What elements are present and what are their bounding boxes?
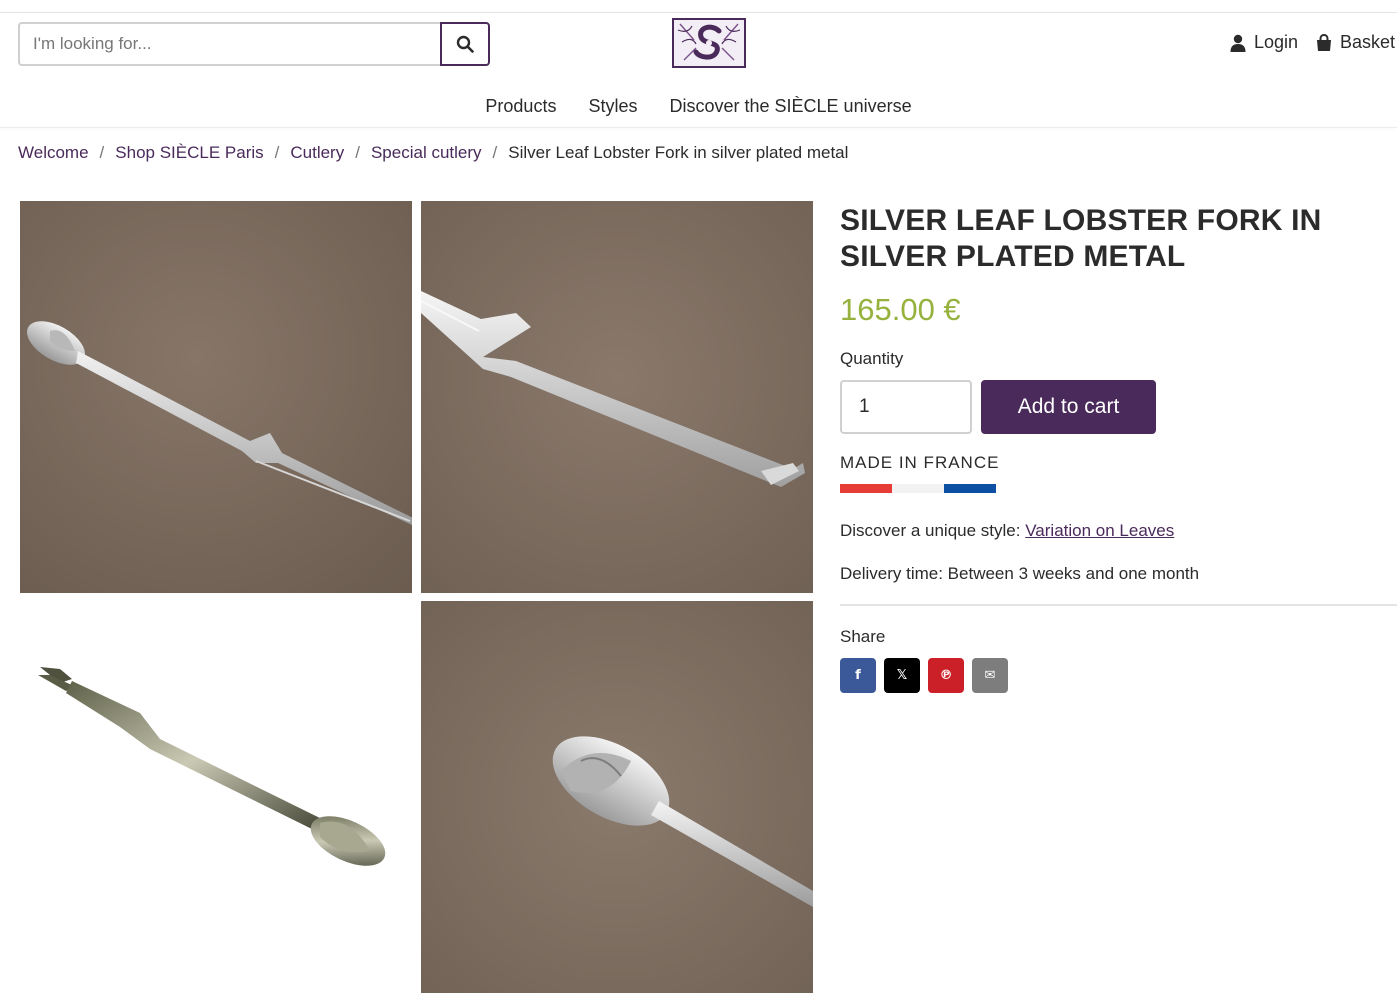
share-label: Share bbox=[840, 627, 886, 646]
share-x-button[interactable]: 𝕏 bbox=[884, 658, 920, 693]
product-photo-2[interactable] bbox=[421, 201, 813, 593]
product-photo-4[interactable] bbox=[421, 601, 813, 993]
share-buttons: f 𝕏 ℗ ✉ bbox=[840, 658, 1008, 693]
search-button[interactable] bbox=[440, 22, 490, 66]
user-icon bbox=[1230, 34, 1246, 52]
top-border bbox=[0, 12, 1397, 13]
breadcrumb-separator: / bbox=[274, 143, 280, 162]
style-line: Discover a unique style: Variation on Le… bbox=[840, 521, 1174, 541]
quantity-label: Quantity bbox=[840, 349, 904, 368]
delivery-time: Delivery time: Between 3 weeks and one m… bbox=[840, 564, 1200, 583]
nav-item-products[interactable]: Products bbox=[485, 96, 556, 117]
search-icon bbox=[456, 35, 474, 53]
flag-white-stripe bbox=[892, 484, 944, 493]
basket-label: Basket bbox=[1340, 32, 1396, 52]
logo-mark bbox=[677, 23, 741, 61]
main-nav: Products Styles Discover the SIÈCLE univ… bbox=[0, 96, 1397, 117]
product-price: 165.00 € bbox=[840, 292, 961, 327]
quantity-input[interactable] bbox=[840, 380, 972, 434]
breadcrumb-item[interactable]: Shop SIÈCLE Paris bbox=[115, 143, 263, 163]
share-pinterest-button[interactable]: ℗ bbox=[928, 658, 964, 693]
search-bar bbox=[18, 22, 490, 66]
nav-item-discover[interactable]: Discover the SIÈCLE universe bbox=[669, 96, 911, 117]
style-link[interactable]: Variation on Leaves bbox=[1025, 521, 1174, 540]
breadcrumb-item[interactable]: Cutlery bbox=[290, 143, 344, 163]
add-to-cart-button[interactable]: Add to cart bbox=[981, 380, 1156, 434]
breadcrumb-separator: / bbox=[492, 143, 498, 162]
breadcrumb-separator: / bbox=[99, 143, 105, 162]
share-email-button[interactable]: ✉ bbox=[972, 658, 1008, 693]
france-flag-bar bbox=[840, 484, 996, 493]
style-prefix: Discover a unique style: bbox=[840, 521, 1021, 540]
breadcrumb-item[interactable]: Special cutlery bbox=[371, 143, 482, 163]
product-photo-3[interactable] bbox=[20, 601, 412, 993]
section-divider bbox=[840, 604, 1397, 606]
login-link[interactable]: Login bbox=[1230, 32, 1298, 53]
shopping-bag-icon bbox=[1317, 33, 1331, 51]
email-icon: ✉ bbox=[984, 668, 996, 683]
pinterest-icon: ℗ bbox=[939, 668, 953, 683]
breadcrumb-item[interactable]: Welcome bbox=[18, 143, 89, 163]
flag-red-stripe bbox=[840, 484, 892, 493]
basket-link[interactable]: Basket bbox=[1316, 32, 1395, 53]
product-photo-1[interactable] bbox=[20, 201, 412, 593]
brand-logo[interactable] bbox=[672, 18, 746, 68]
login-label: Login bbox=[1254, 32, 1299, 52]
flag-blue-stripe bbox=[944, 484, 996, 493]
x-icon: 𝕏 bbox=[896, 668, 908, 683]
breadcrumb-current: Silver Leaf Lobster Fork in silver plate… bbox=[508, 143, 849, 162]
share-facebook-button[interactable]: f bbox=[840, 658, 876, 693]
nav-item-styles[interactable]: Styles bbox=[588, 96, 637, 117]
breadcrumb: Welcome / Shop SIÈCLE Paris / Cutlery / … bbox=[18, 143, 848, 163]
facebook-icon: f bbox=[855, 668, 861, 683]
made-in-france-label: MADE IN FRANCE bbox=[840, 453, 1000, 472]
nav-divider bbox=[0, 127, 1397, 128]
search-input[interactable] bbox=[18, 22, 440, 66]
breadcrumb-separator: / bbox=[355, 143, 360, 162]
product-title: SILVER LEAF LOBSTER FORK IN SILVER PLATE… bbox=[840, 204, 1322, 273]
